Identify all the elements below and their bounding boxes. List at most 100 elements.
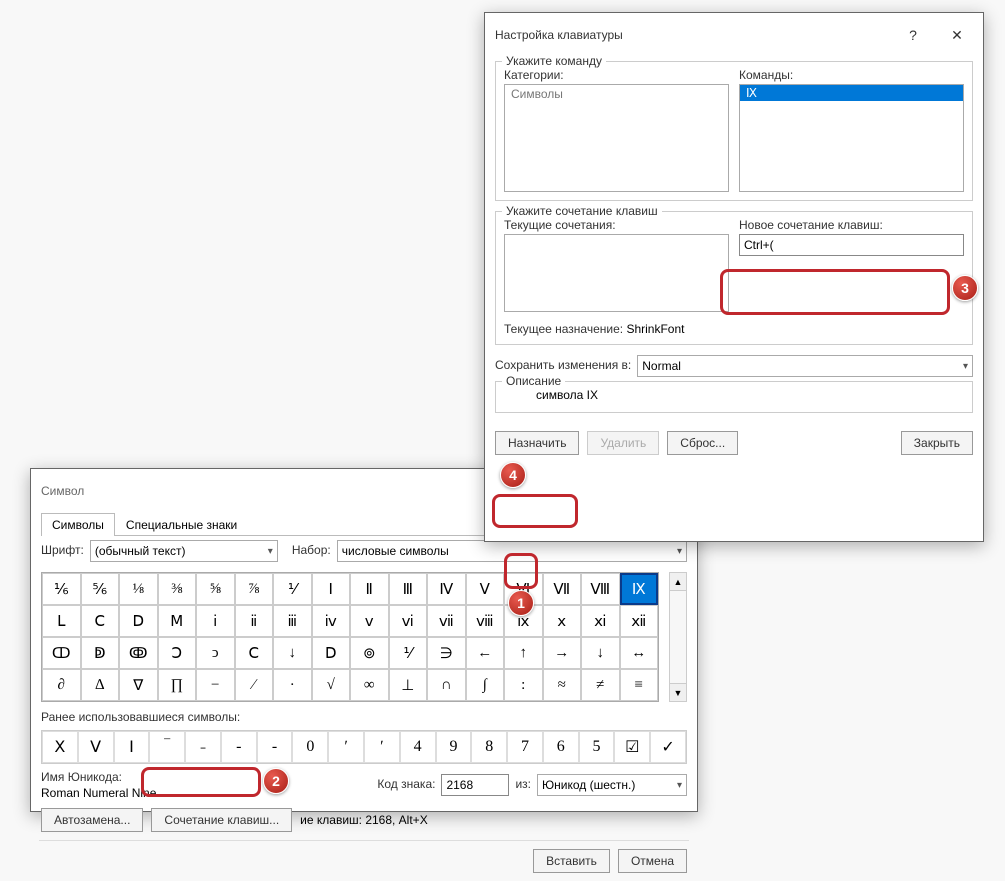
symbol-cell[interactable]: Ⅼ [42,605,81,637]
symbol-cell[interactable]: ⅞ [235,573,274,605]
recent-cell[interactable]: 8 [471,731,507,763]
recent-cell[interactable]: ☑ [614,731,650,763]
symbol-cell[interactable]: ⅷ [466,605,505,637]
symbol-cell[interactable]: ↁ [81,637,120,669]
symbol-cell[interactable]: ∂ [42,669,81,701]
tab-symbols[interactable]: Символы [41,513,115,536]
font-select[interactable]: (обычный текст)▾ [90,540,278,562]
symbol-cell[interactable]: ∕ [235,669,274,701]
scroll-up-icon[interactable]: ▲ [670,573,686,591]
close-icon[interactable]: ✕ [935,21,979,49]
recent-cell[interactable]: ✓ [650,731,686,763]
symbol-cell[interactable]: ⅵ [389,605,428,637]
symbol-cell[interactable]: ↔ [620,637,659,669]
recent-cell[interactable]: - [221,731,257,763]
recent-cell[interactable]: 4 [400,731,436,763]
symbol-cell[interactable]: ↀ [42,637,81,669]
recent-cell[interactable]: ‑ [257,731,293,763]
symbol-cell[interactable]: ⊚ [350,637,389,669]
shortcut-button[interactable]: Сочетание клавиш... [151,808,292,832]
symbol-cell[interactable]: ≠ [581,669,620,701]
symbol-cell[interactable]: ⅛ [119,573,158,605]
close-button[interactable]: Закрыть [901,431,973,455]
assign-button[interactable]: Назначить [495,431,579,455]
reset-button[interactable]: Сброс... [667,431,738,455]
category-item[interactable]: Символы [505,85,728,103]
symbol-cell[interactable]: ⅟ [273,573,312,605]
symbol-cell[interactable]: Ⅽ [235,637,274,669]
symbol-cell[interactable]: ⅟ [389,637,428,669]
tab-special[interactable]: Специальные знаки [115,513,248,536]
recent-cell[interactable]: Ⅰ [114,731,150,763]
symbol-cell[interactable]: Ⅴ [466,573,505,605]
symbol-cell[interactable]: Ⅶ [543,573,582,605]
recent-cell[interactable]: ʹ [364,731,400,763]
symbol-cell[interactable]: ≡ [620,669,659,701]
insert-button[interactable]: Вставить [533,849,610,873]
symbol-cell[interactable]: ∏ [158,669,197,701]
recent-cell[interactable]: Ⅹ [42,731,78,763]
recent-cell[interactable]: 5 [579,731,615,763]
recent-cell[interactable]: ʹ [328,731,364,763]
symbol-cell[interactable]: ∇ [119,669,158,701]
symbol-cell[interactable]: : [504,669,543,701]
symbol-cell[interactable]: ⅺ [581,605,620,637]
recent-cell[interactable]: 7 [507,731,543,763]
recent-grid[interactable]: ⅩⅤⅠ‾˗-‑0ʹʹ498765☑✓ [41,730,687,764]
symbol-cell[interactable]: ↑ [504,637,543,669]
recent-cell[interactable]: 9 [436,731,472,763]
symbol-cell[interactable]: ≈ [543,669,582,701]
symbol-cell[interactable]: ⅙ [42,573,81,605]
categories-listbox[interactable]: Символы [504,84,729,192]
set-select[interactable]: числовые символы▾ [337,540,687,562]
symbol-cell[interactable]: Ↄ [158,637,197,669]
recent-cell[interactable]: ‾ [149,731,185,763]
symbol-cell[interactable]: Ⅰ [312,573,351,605]
recent-cell[interactable]: Ⅴ [78,731,114,763]
command-item[interactable]: Ⅸ [740,85,963,101]
symbol-cell[interactable]: √ [312,669,351,701]
commands-listbox[interactable]: Ⅸ [739,84,964,192]
scroll-down-icon[interactable]: ▼ [670,683,686,701]
symbol-cell[interactable]: ⅹ [543,605,582,637]
symbol-cell[interactable]: ↄ [196,637,235,669]
grid-scrollbar[interactable]: ▲ ▼ [669,572,687,702]
symbol-cell[interactable]: ⅲ [273,605,312,637]
symbol-cell[interactable]: − [196,669,235,701]
symbol-cell[interactable]: Ⅾ [119,605,158,637]
symbol-cell[interactable]: ↓ [273,637,312,669]
symbol-cell[interactable]: ⊥ [389,669,428,701]
recent-cell[interactable]: 6 [543,731,579,763]
recent-cell[interactable]: 0 [292,731,328,763]
symbol-cell[interactable]: Ⅲ [389,573,428,605]
symbol-cell[interactable]: ∋ [427,637,466,669]
autocorrect-button[interactable]: Автозамена... [41,808,143,832]
symbol-cell[interactable]: ∞ [350,669,389,701]
symbol-cell[interactable]: Ⅾ [312,637,351,669]
symbol-cell[interactable]: · [273,669,312,701]
current-listbox[interactable] [504,234,729,312]
symbol-cell[interactable]: ⅱ [235,605,274,637]
symbol-cell[interactable]: ⅶ [427,605,466,637]
symbol-cell[interactable]: Ⅱ [350,573,389,605]
new-shortcut-input[interactable] [739,234,964,256]
symbol-cell[interactable]: Ⅸ [620,573,659,605]
symbol-cell[interactable]: → [543,637,582,669]
symbol-cell[interactable]: Ⅿ [158,605,197,637]
symbol-cell[interactable]: Ⅷ [581,573,620,605]
symbol-cell[interactable]: Ⅳ [427,573,466,605]
symbol-cell[interactable]: ⅚ [81,573,120,605]
symbol-grid[interactable]: ⅙⅚⅛⅜⅝⅞⅟ⅠⅡⅢⅣⅤⅥⅦⅧⅨⅬⅭⅮⅯⅰⅱⅲⅳⅴⅵⅶⅷⅸⅹⅺⅻↀↁↂↃↄⅭ↓Ⅾ… [41,572,659,702]
symbol-cell[interactable]: ∫ [466,669,505,701]
symbol-cell[interactable]: ↓ [581,637,620,669]
recent-cell[interactable]: ˗ [185,731,221,763]
symbol-cell[interactable]: ⅳ [312,605,351,637]
scroll-track[interactable] [670,591,686,683]
cancel-button[interactable]: Отмена [618,849,687,873]
symbol-cell[interactable]: ⅝ [196,573,235,605]
symbol-cell[interactable]: ⅜ [158,573,197,605]
symbol-cell[interactable]: ∆ [81,669,120,701]
symbol-cell[interactable]: ⅰ [196,605,235,637]
symbol-cell[interactable]: Ⅽ [81,605,120,637]
symbol-cell[interactable]: ∩ [427,669,466,701]
